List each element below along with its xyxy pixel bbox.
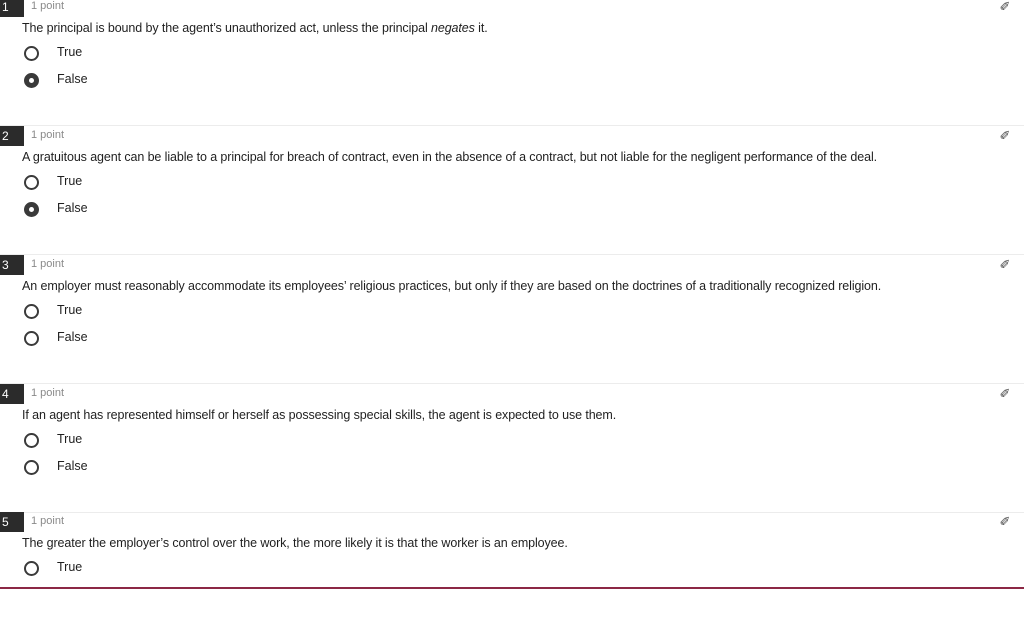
question-points: 1 point	[31, 387, 65, 399]
pin-icon[interactable]: ✐	[998, 387, 1012, 401]
question-number: 3	[0, 255, 24, 275]
option-label: False	[57, 459, 88, 473]
question-text: A gratuitous agent can be liable to a pr…	[22, 150, 877, 164]
option-label: True	[57, 303, 83, 317]
radio-button-selected[interactable]	[24, 73, 39, 88]
option-false[interactable]: False	[22, 71, 182, 91]
question-2: 2 1 point ✐ A gratuitous agent can be li…	[0, 126, 1024, 255]
question-4: 4 1 point ✐ If an agent has represented …	[0, 384, 1024, 513]
question-text-part: The principal is bound by the agent’s un…	[22, 21, 431, 35]
option-true[interactable]: True	[22, 44, 182, 64]
option-false[interactable]: False	[22, 458, 182, 478]
option-false[interactable]: False	[22, 329, 182, 349]
pin-icon[interactable]: ✐	[998, 129, 1012, 143]
option-label: False	[57, 72, 88, 86]
question-number: 1	[0, 0, 24, 17]
option-true[interactable]: True	[22, 559, 182, 579]
option-label: True	[57, 432, 83, 446]
option-label: True	[57, 174, 83, 188]
question-1: 1 1 point ✐ The principal is bound by th…	[0, 0, 1024, 126]
radio-button[interactable]	[24, 433, 39, 448]
pin-icon[interactable]: ✐	[998, 515, 1012, 529]
radio-button[interactable]	[24, 304, 39, 319]
pin-icon[interactable]: ✐	[998, 258, 1012, 272]
radio-button[interactable]	[24, 561, 39, 576]
question-text: The principal is bound by the agent’s un…	[22, 21, 488, 35]
question-number: 5	[0, 512, 24, 532]
question-points: 1 point	[31, 129, 65, 141]
question-points: 1 point	[31, 258, 65, 270]
question-text-emphasis: negates	[431, 21, 475, 35]
question-points: 1 point	[31, 0, 65, 12]
radio-button[interactable]	[24, 175, 39, 190]
option-true[interactable]: True	[22, 302, 182, 322]
question-3: 3 1 point ✐ An employer must reasonably …	[0, 255, 1024, 384]
option-label: True	[57, 560, 83, 574]
radio-button[interactable]	[24, 46, 39, 61]
option-true[interactable]: True	[22, 431, 182, 451]
radio-button[interactable]	[24, 460, 39, 475]
pin-icon[interactable]: ✐	[998, 0, 1012, 14]
option-label: True	[57, 45, 83, 59]
radio-button-selected[interactable]	[24, 202, 39, 217]
option-false[interactable]: False	[22, 200, 182, 220]
question-text-part: it.	[474, 21, 488, 35]
question-points: 1 point	[31, 515, 65, 527]
option-true[interactable]: True	[22, 173, 182, 193]
question-text: If an agent has represented himself or h…	[22, 408, 617, 422]
question-number: 4	[0, 384, 24, 404]
question-5: 5 1 point ✐ The greater the employer’s c…	[0, 512, 1024, 641]
radio-button[interactable]	[24, 331, 39, 346]
question-text: An employer must reasonably accommodate …	[22, 279, 882, 293]
question-text: The greater the employer’s control over …	[22, 536, 568, 550]
option-label: False	[57, 330, 88, 344]
question-number: 2	[0, 126, 24, 146]
option-label: False	[57, 201, 88, 215]
